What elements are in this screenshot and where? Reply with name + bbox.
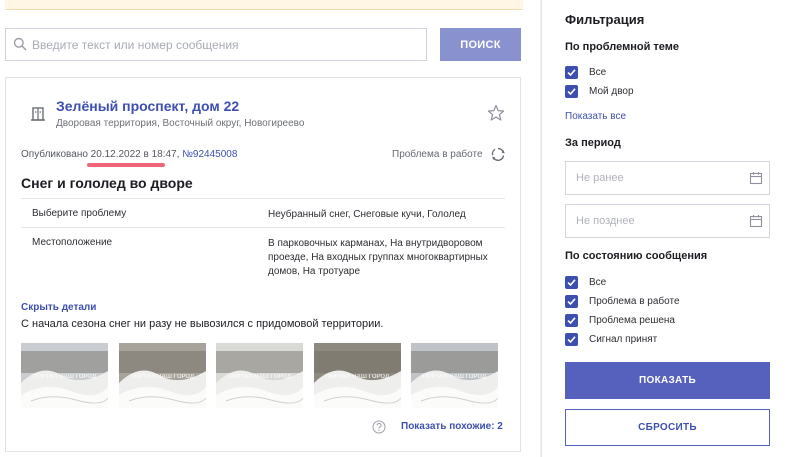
checkbox-label: Сигнал принят [589, 334, 658, 345]
checkbox-label: Проблема в работе [589, 296, 680, 307]
calendar-icon[interactable] [749, 171, 763, 185]
snow-photo-thumbnail[interactable]: ПОРТАЛ НАШ ГОРОД [119, 343, 206, 408]
message-id-link[interactable]: №92445008 [182, 149, 237, 160]
detail-key: Местоположение [32, 237, 113, 248]
help-icon[interactable] [372, 420, 386, 434]
detail-key: Выберите проблему [32, 208, 127, 219]
svg-text:ПОРТАЛ НАШ ГОРОД: ПОРТАЛ НАШ ГОРОД [326, 374, 390, 380]
checkbox-label: Мой двор [589, 86, 634, 97]
address-subtitle: Дворовая территория, Восточный округ, Но… [56, 118, 305, 129]
search-box[interactable] [5, 28, 427, 61]
hide-details-link[interactable]: Скрыть детали [21, 302, 96, 313]
show-similar-link[interactable]: Показать похожие: 2 [401, 421, 503, 432]
status-label: Проблема в работе [392, 149, 483, 160]
snow-photo-thumbnail[interactable]: ПОРТАЛ НАШ ГОРОД [314, 343, 401, 408]
search-button[interactable]: ПОИСК [440, 28, 521, 61]
detail-row: Выберите проблему Неубранный снег, Снего… [21, 198, 505, 228]
issue-title: Снег и гололед во дворе [21, 175, 193, 191]
date-from-field[interactable] [565, 161, 770, 195]
notice-banner [5, 0, 523, 10]
checkbox-label: Все [589, 277, 607, 288]
calendar-icon[interactable] [749, 214, 763, 228]
address-title[interactable]: Зелёный проспект, дом 22 [56, 98, 239, 114]
checkbox-checked-icon [565, 66, 578, 79]
snow-photo-thumbnail[interactable]: ПОРТАЛ НАШ ГОРОД [21, 343, 108, 408]
filter-panel: Фильтрация По проблемной теме Все Мой дв… [541, 0, 800, 457]
building-icon [31, 107, 45, 121]
checkbox-checked-icon [565, 85, 578, 98]
message-card: Зелёный проспект, дом 22 Дворовая террит… [5, 77, 521, 452]
snow-photo-thumbnail[interactable]: ПОРТАЛ НАШ ГОРОД [216, 343, 303, 408]
svg-text:ПОРТАЛ НАШ ГОРОД: ПОРТАЛ НАШ ГОРОД [33, 374, 97, 380]
checkbox-checked-icon [565, 333, 578, 346]
reset-filter-button[interactable]: СБРОСИТЬ [565, 409, 770, 446]
snow-photo-thumbnail[interactable]: ПОРТАЛ НАШ ГОРОД [411, 343, 498, 408]
search-icon [13, 37, 27, 51]
apply-filter-button[interactable]: ПОКАЗАТЬ [565, 362, 770, 399]
message-description: С начала сезона снег ни разу не вывозилс… [21, 318, 384, 330]
svg-text:ПОРТАЛ НАШ ГОРОД: ПОРТАЛ НАШ ГОРОД [228, 374, 292, 380]
checkbox-checked-icon [565, 295, 578, 308]
date-to-field[interactable] [565, 204, 770, 238]
detail-value: Неубранный снег, Снеговые кучи, Гололед [268, 209, 466, 220]
checkbox-label: Все [589, 67, 607, 78]
show-all-link[interactable]: Показать все [565, 111, 626, 122]
checkbox-checked-icon [565, 276, 578, 289]
results-panel: ПОИСК Зелёный проспект, дом 22 Дворовая … [0, 0, 540, 457]
photo-gallery: ПОРТАЛ НАШ ГОРОД ПОРТАЛ НАШ ГОРОД ПОРТАЛ Н… [21, 343, 501, 408]
date-to-input[interactable] [576, 205, 736, 237]
search-input[interactable] [32, 29, 422, 60]
state-heading: По состоянию сообщения [565, 250, 708, 262]
date-from-input[interactable] [576, 162, 736, 194]
svg-text:ПОРТАЛ НАШ ГОРОД: ПОРТАЛ НАШ ГОРОД [131, 374, 195, 380]
checkbox-label: Проблема решена [589, 315, 675, 326]
topic-heading: По проблемной теме [565, 41, 680, 53]
svg-text:ПОРТАЛ НАШ ГОРОД: ПОРТАЛ НАШ ГОРОД [423, 374, 487, 380]
detail-value: В парковочных карманах, На внутридворово… [268, 238, 488, 277]
published-info: Опубликовано 20.12.2022 в 18:47, №924450… [21, 149, 237, 160]
star-icon[interactable] [487, 104, 505, 122]
filter-title: Фильтрация [565, 12, 645, 27]
checkbox-checked-icon [565, 314, 578, 327]
period-heading: За период [565, 137, 621, 149]
detail-row: Местоположение В парковочных карманах, Н… [21, 228, 505, 286]
published-date: Опубликовано 20.12.2022 в 18:47, [21, 149, 183, 160]
in-progress-icon [491, 147, 505, 161]
highlight-mark [87, 163, 165, 167]
